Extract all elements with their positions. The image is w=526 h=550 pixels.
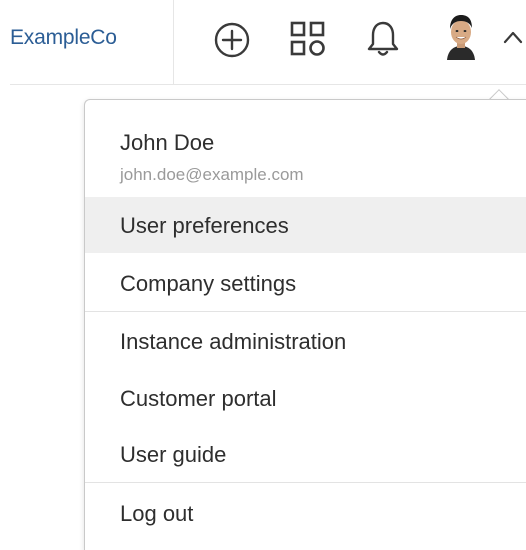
menu-item-customer-portal[interactable]: Customer portal <box>85 370 526 426</box>
user-email: john.doe@example.com <box>120 165 304 184</box>
add-circle-icon[interactable] <box>213 21 251 59</box>
menu-item-label: User guide <box>120 442 227 467</box>
top-bar: ExampleCo <box>0 0 526 84</box>
menu-item-label: Company settings <box>120 271 297 296</box>
apps-grid-icon[interactable] <box>289 20 327 58</box>
menu-separator <box>85 311 526 312</box>
menu-item-label: Customer portal <box>120 386 277 411</box>
menu-item-label: User preferences <box>120 213 289 238</box>
bell-icon[interactable] <box>365 19 401 59</box>
user-avatar[interactable] <box>442 12 480 60</box>
chevron-up-icon[interactable] <box>503 30 523 44</box>
menu-item-log-out[interactable]: Log out <box>85 485 526 541</box>
menu-item-label: Instance administration <box>120 329 347 354</box>
menu-item-user-guide[interactable]: User guide <box>85 426 526 482</box>
menu-item-company-settings[interactable]: Company settings <box>85 255 526 311</box>
top-bar-divider <box>173 0 174 84</box>
user-menu-dropdown: John Doe john.doe@example.com User prefe… <box>84 99 526 550</box>
menu-item-instance-administration[interactable]: Instance administration <box>85 313 526 369</box>
top-bar-bottom-border <box>10 84 526 85</box>
page: ExampleCo John Doe john.doe@example.com … <box>0 0 526 550</box>
brand-logo[interactable]: ExampleCo <box>10 26 117 50</box>
menu-separator <box>85 482 526 483</box>
menu-item-user-preferences[interactable]: User preferences <box>85 197 526 253</box>
user-info: John Doe john.doe@example.com <box>85 100 526 196</box>
user-name: John Doe <box>120 130 215 155</box>
menu-item-label: Log out <box>120 501 194 526</box>
